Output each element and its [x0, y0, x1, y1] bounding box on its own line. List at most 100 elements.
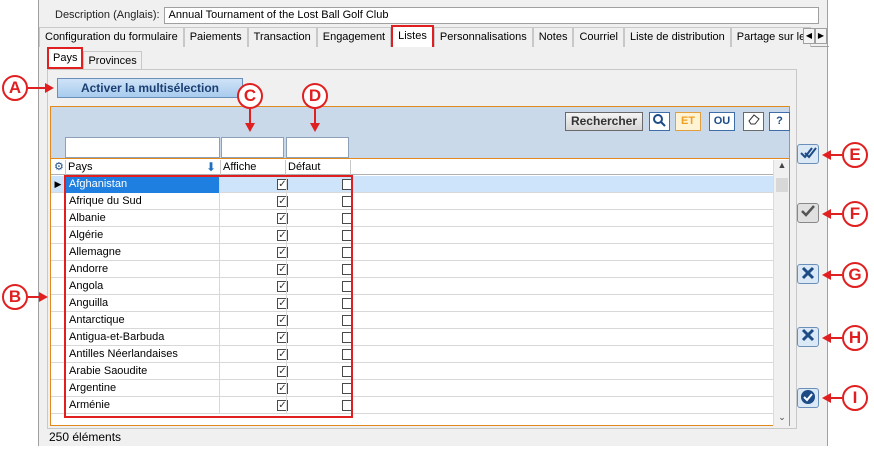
edit-tools-svg	[801, 266, 815, 280]
close-svg	[801, 328, 815, 342]
search-button[interactable]: Rechercher	[565, 112, 643, 131]
callout-i-arrowhead	[822, 393, 831, 403]
tab-personnalisations[interactable]: Personnalisations	[433, 27, 533, 47]
subtab-provinces[interactable]: Provinces	[83, 51, 142, 69]
scroll-down-icon[interactable]: ⌄	[774, 412, 790, 426]
description-label: Description (Anglais):	[55, 9, 160, 21]
countries-grid: Rechercher ET OU ? ⚙ Pays ⬇ Affiche Défa…	[50, 106, 790, 426]
callout-e-arrowhead	[822, 150, 831, 160]
callout-h-arrow	[831, 337, 842, 339]
row-indicator	[51, 244, 65, 261]
callout-d: D	[302, 83, 328, 109]
callout-a-arrowhead	[45, 83, 54, 93]
callout-h-arrowhead	[822, 333, 831, 343]
settings-gear-icon[interactable]: ⚙	[51, 160, 66, 175]
ok-circle-svg	[801, 390, 815, 404]
row-indicator	[51, 193, 65, 210]
callout-g-arrowhead	[822, 270, 831, 280]
tab-liste-distribution[interactable]: Liste de distribution	[623, 27, 731, 47]
callout-f: F	[842, 201, 868, 227]
callout-box-b	[64, 175, 353, 418]
tab-transaction[interactable]: Transaction	[247, 27, 317, 47]
callout-g-arrow	[831, 274, 842, 276]
sort-down-arrow-icon: ⬇	[205, 160, 216, 174]
callout-g: G	[842, 262, 868, 288]
tab-paiements[interactable]: Paiements	[183, 27, 248, 47]
callout-d-arrowhead	[310, 123, 320, 132]
tab-scroll-buttons: ◀ ▶	[803, 28, 827, 44]
advanced-search-icon[interactable]	[649, 112, 670, 131]
callout-h: H	[842, 325, 868, 351]
tab-courriel[interactable]: Courriel	[573, 27, 624, 47]
scroll-thumb[interactable]	[776, 178, 788, 192]
double-check-icon[interactable]	[797, 144, 819, 164]
row-indicator	[51, 363, 65, 380]
description-field[interactable]: Annual Tournament of the Lost Ball Golf …	[163, 6, 819, 24]
tab-listes[interactable]: Listes	[391, 25, 434, 47]
callout-c-arrow	[249, 109, 251, 123]
callout-f-arrowhead	[822, 209, 831, 219]
callout-e-arrow	[831, 154, 842, 156]
callout-d-arrow	[314, 109, 316, 123]
row-indicator	[51, 227, 65, 244]
row-indicator	[51, 346, 65, 363]
callout-i-arrow	[831, 397, 842, 399]
column-header-defaut[interactable]: Défaut	[286, 160, 351, 175]
tab-notes[interactable]: Notes	[532, 27, 574, 47]
row-indicator	[51, 261, 65, 278]
row-indicator: ▶	[54, 179, 62, 189]
callout-i: I	[842, 385, 868, 411]
advanced-search-svg	[653, 114, 666, 127]
subtab-pays[interactable]: Pays	[47, 47, 84, 69]
help-button[interactable]: ?	[769, 112, 790, 131]
callout-a-arrow	[28, 87, 45, 89]
eraser-icon[interactable]	[743, 112, 764, 131]
row-indicator	[51, 278, 65, 295]
description-row: Description (Anglais): Annual Tournament…	[55, 6, 819, 24]
row-indicator	[51, 380, 65, 397]
filter-pays-input[interactable]	[65, 137, 220, 158]
filter-defaut-input[interactable]	[286, 137, 349, 158]
row-indicator	[51, 397, 65, 414]
tab-scroll-right-icon[interactable]: ▶	[815, 28, 827, 44]
row-indicator	[51, 329, 65, 346]
filter-bar: Rechercher ET OU ?	[51, 107, 790, 159]
callout-b-arrow	[28, 296, 39, 298]
callout-b: B	[2, 284, 28, 310]
double-check-svg	[800, 147, 817, 159]
callout-a: A	[2, 75, 28, 101]
check-icon[interactable]	[797, 203, 819, 223]
app-frame: Description (Anglais): Annual Tournament…	[0, 0, 874, 457]
check-svg	[801, 205, 815, 217]
tab-partage[interactable]: Partage sur le	[730, 27, 812, 47]
callout-f-arrow	[831, 213, 842, 215]
filter-affiche-input[interactable]	[221, 137, 284, 158]
callout-c: C	[237, 83, 263, 109]
or-operator-button[interactable]: OU	[709, 112, 735, 131]
tab-engagement[interactable]: Engagement	[316, 27, 392, 47]
scroll-up-icon[interactable]: ▲	[774, 160, 790, 174]
edit-tools-icon[interactable]	[797, 264, 819, 284]
vertical-scrollbar[interactable]: ▲ ⌄	[773, 160, 789, 426]
callout-e: E	[842, 142, 868, 168]
grid-header: ⚙ Pays ⬇ Affiche Défaut	[51, 160, 789, 175]
column-header-affiche[interactable]: Affiche	[221, 160, 286, 175]
ok-circle-icon[interactable]	[797, 388, 819, 408]
callout-b-arrowhead	[39, 292, 48, 302]
row-indicator	[51, 295, 65, 312]
row-indicator	[51, 210, 65, 227]
tab-scroll-left-icon[interactable]: ◀	[803, 28, 815, 44]
close-icon[interactable]	[797, 327, 819, 347]
and-operator-button[interactable]: ET	[675, 112, 701, 131]
column-header-pays[interactable]: Pays ⬇	[66, 160, 221, 175]
main-tabs: Configuration du formulaire Paiements Tr…	[39, 25, 829, 47]
column-header-pays-label: Pays	[68, 161, 93, 173]
callout-c-arrowhead	[245, 123, 255, 132]
eraser-svg	[747, 114, 760, 125]
tab-configuration[interactable]: Configuration du formulaire	[39, 27, 184, 47]
multi-select-button[interactable]: Activer la multisélection	[57, 78, 243, 98]
row-indicator	[51, 312, 65, 329]
sub-tabs: Pays Provinces	[47, 47, 142, 69]
item-count: 250 éléments	[49, 430, 122, 444]
form-window: Description (Anglais): Annual Tournament…	[38, 0, 829, 446]
